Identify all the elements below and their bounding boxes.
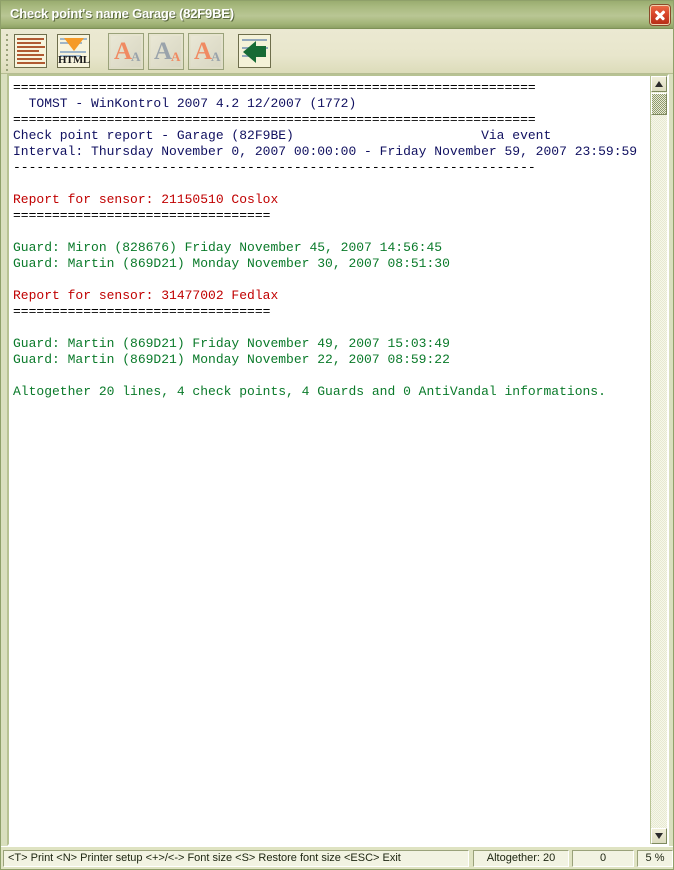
report-line: ========================================… — [13, 80, 536, 95]
report-line — [13, 320, 649, 336]
report-line: ----------------------------------------… — [13, 160, 536, 175]
scroll-down-arrow-icon[interactable] — [651, 828, 667, 844]
report-line: ================================= — [13, 208, 271, 223]
report-line: Altogether 20 lines, 4 check points, 4 G… — [13, 384, 606, 399]
html-export-label: HTML — [58, 54, 90, 66]
status-count: 0 — [572, 850, 634, 867]
report-line: ================================= — [13, 304, 271, 319]
scroll-up-arrow-icon[interactable] — [651, 76, 667, 92]
close-icon[interactable] — [650, 5, 670, 25]
toolbar: HTML A A A A A A — [1, 29, 673, 74]
font-smaller-icon: A A — [151, 36, 181, 67]
font-restore-icon: A A — [191, 36, 221, 67]
report-line: TOMST - WinKontrol 2007 4.2 12/2007 (177… — [13, 96, 357, 111]
report-line: Interval: Thursday November 0, 2007 00:0… — [13, 144, 638, 159]
report-line — [13, 368, 649, 384]
html-export-icon: HTML — [57, 34, 90, 68]
scrollbar-thumb[interactable] — [651, 93, 667, 115]
status-percent: 5 % — [637, 850, 673, 867]
document-icon — [14, 34, 47, 68]
export-html-button[interactable]: HTML — [56, 33, 92, 70]
report-content-frame: ================================= =======… — [7, 74, 669, 846]
font-restore-button[interactable]: A A — [188, 33, 224, 70]
report-line: Guard: Martin (869D21) Monday November 3… — [13, 256, 450, 271]
chevron-down-icon — [64, 38, 84, 51]
toolbar-grip[interactable] — [5, 34, 9, 71]
check-point-report-window: Check point's name Garage (82F9BE) HTML — [0, 0, 674, 870]
print-preview-button[interactable] — [13, 33, 49, 70]
font-larger-icon: A A — [111, 36, 141, 67]
status-bar: <T> Print <N> Printer setup <+>/<-> Font… — [1, 846, 673, 869]
report-line: Check point report - Garage (82F9BE) Via… — [13, 128, 552, 143]
status-hints: <T> Print <N> Printer setup <+>/<-> Font… — [3, 850, 469, 867]
report-line: Guard: Martin (869D21) Monday November 2… — [13, 352, 450, 367]
triangle-up-icon — [655, 81, 663, 87]
report-line: Report for sensor: 21150510 Coslox — [13, 192, 279, 207]
green-left-arrow-icon — [238, 34, 271, 68]
report-line: Guard: Miron (828676) Friday November 45… — [13, 240, 443, 255]
report-line: Report for sensor: 31477002 Fedlax — [13, 288, 279, 303]
window-title-bar: Check point's name Garage (82F9BE) — [1, 1, 673, 29]
report-text: ================================= =======… — [13, 80, 649, 840]
vertical-scrollbar[interactable] — [650, 76, 667, 844]
font-increase-button[interactable]: A A — [108, 33, 144, 70]
window-title: Check point's name Garage (82F9BE) — [10, 6, 234, 21]
back-button[interactable] — [237, 33, 273, 70]
report-line: ========================================… — [13, 112, 536, 127]
font-decrease-button[interactable]: A A — [148, 33, 184, 70]
report-line — [13, 224, 649, 240]
report-line — [13, 272, 649, 288]
status-total: Altogether: 20 — [473, 850, 569, 867]
report-line — [13, 176, 649, 192]
arrow-tail — [255, 46, 266, 57]
report-line: Guard: Martin (869D21) Friday November 4… — [13, 336, 450, 351]
triangle-down-icon — [655, 833, 663, 839]
